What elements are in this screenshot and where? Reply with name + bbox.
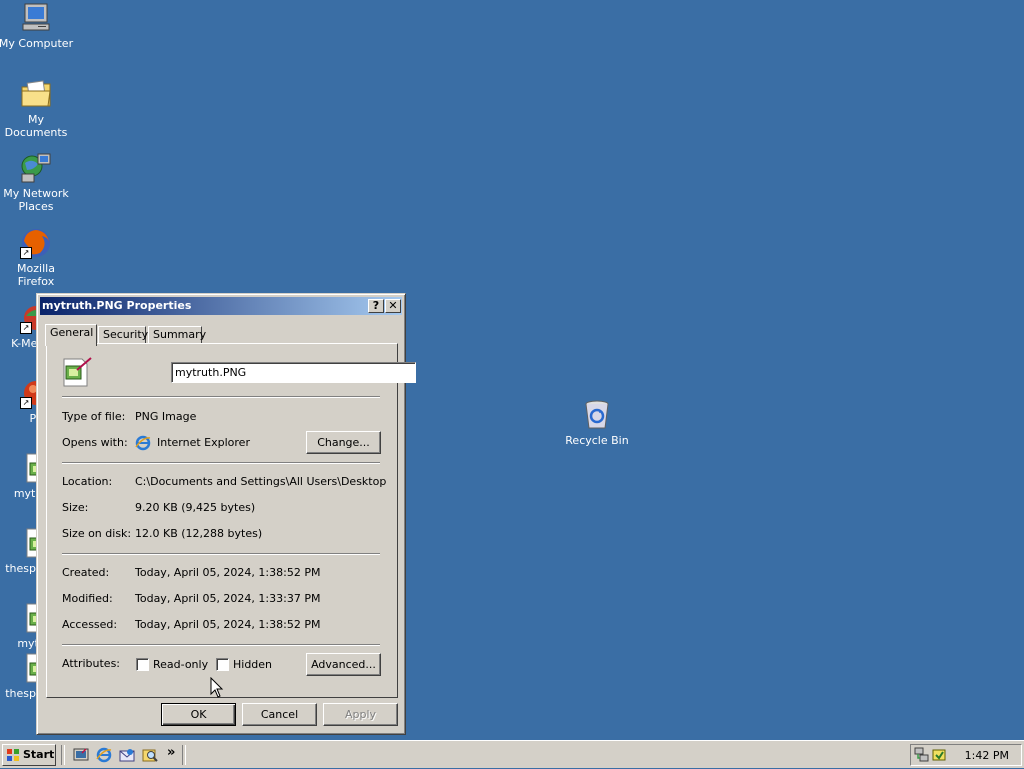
read-only-label[interactable]: Read-only [153,658,208,671]
size-on-disk-value: 12.0 KB (12,288 bytes) [135,527,263,540]
tab-label: Summary [153,328,207,341]
location-value: C:\Documents and Settings\All Users\Desk… [135,475,387,488]
hidden-label[interactable]: Hidden [233,658,272,671]
desktop-icon-my-computer[interactable]: My Computer [0,2,74,50]
tab-general[interactable]: General [45,324,97,346]
help-icon: ? [372,299,380,312]
close-icon: ✕ [388,299,398,312]
desktop-icon-label: Mozilla Firefox [17,262,55,288]
general-panel: Type of file: PNG Image Opens with: Inte… [46,343,416,698]
size-on-disk-label: Size on disk: [62,527,132,540]
start-button[interactable]: Start [2,744,56,766]
dialog-title: mytruth.PNG Properties [42,299,192,312]
attributes-label: Attributes: [62,657,121,670]
desktop-icon-my-network-places[interactable]: My Network Places [0,152,74,213]
apply-button[interactable]: Apply [323,703,398,726]
desktop-icon-my-documents[interactable]: My Documents [0,78,74,139]
quick-launch-separator [61,745,65,765]
desktop-icon-recycle-bin[interactable]: Recycle Bin [559,399,635,447]
mouse-cursor-icon [210,676,224,702]
modified-label: Modified: [62,592,113,605]
type-value: PNG Image [135,410,197,423]
accessed-label: Accessed: [62,618,118,631]
separator [62,644,380,646]
quick-launch-separator [182,745,186,765]
opens-label: Opens with: [62,436,128,449]
close-button[interactable]: ✕ [385,299,401,313]
opens-value: Internet Explorer [157,436,250,449]
desktop-icon-label: Recycle Bin [565,434,629,447]
shortcut-arrow-icon: ↗ [20,322,32,334]
ok-button[interactable]: OK [161,703,236,726]
start-label: Start [23,748,55,761]
windows-logo-icon [6,748,20,762]
internet-explorer-icon[interactable] [96,747,112,763]
network-status-icon[interactable] [914,747,930,763]
separator [62,462,380,464]
separator [62,396,380,398]
tab-label: Security [103,328,149,341]
title-bar[interactable]: mytruth.PNG Properties ? ✕ [40,297,402,315]
created-value: Today, April 05, 2024, 1:38:52 PM [135,566,321,579]
network-icon [20,152,52,184]
modified-value: Today, April 05, 2024, 1:33:37 PM [135,592,321,605]
accessed-value: Today, April 05, 2024, 1:38:52 PM [135,618,321,631]
more-chevron-icon[interactable]: » [167,745,175,760]
security-status-icon[interactable] [931,747,947,763]
folder-icon [20,78,52,110]
taskbar: Start » 1:42 PM [0,740,1024,768]
tab-security[interactable]: Security [98,326,149,344]
cancel-button[interactable]: Cancel [242,703,317,726]
desktop-icon-mozilla-firefox[interactable]: ↗ Mozilla Firefox [0,227,74,288]
location-label: Location: [62,475,113,488]
filename-input[interactable] [171,362,416,383]
size-value: 9.20 KB (9,425 bytes) [135,501,256,514]
read-only-checkbox[interactable] [136,658,149,671]
show-desktop-icon[interactable] [73,747,89,763]
tab-label: General [50,326,94,339]
shortcut-arrow-icon: ↗ [20,397,32,409]
clock[interactable]: 1:42 PM [965,749,1009,762]
search-icon[interactable] [142,747,158,763]
properties-dialog: mytruth.PNG Properties ? ✕ General Secur… [36,293,416,735]
firefox-icon: ↗ [20,227,52,259]
recycle-bin-icon [581,399,613,431]
help-button[interactable]: ? [368,299,384,313]
desktop-icon-label: My Computer [0,37,74,50]
type-label: Type of file: [62,410,126,423]
tab-summary[interactable]: Summary [148,326,206,344]
my-computer-icon [20,2,52,34]
separator [62,553,380,555]
advanced-button[interactable]: Advanced... [306,653,381,676]
hidden-checkbox[interactable] [216,658,229,671]
created-label: Created: [62,566,110,579]
outlook-express-icon[interactable] [119,747,135,763]
desktop-icon-label: My Documents [4,113,68,139]
internet-explorer-icon [135,435,151,451]
shortcut-arrow-icon: ↗ [20,247,32,259]
size-label: Size: [62,501,89,514]
change-button[interactable]: Change... [306,431,381,454]
system-tray: 1:42 PM [910,744,1022,766]
png-file-icon [61,356,93,388]
desktop-icon-label: My Network Places [3,187,69,213]
